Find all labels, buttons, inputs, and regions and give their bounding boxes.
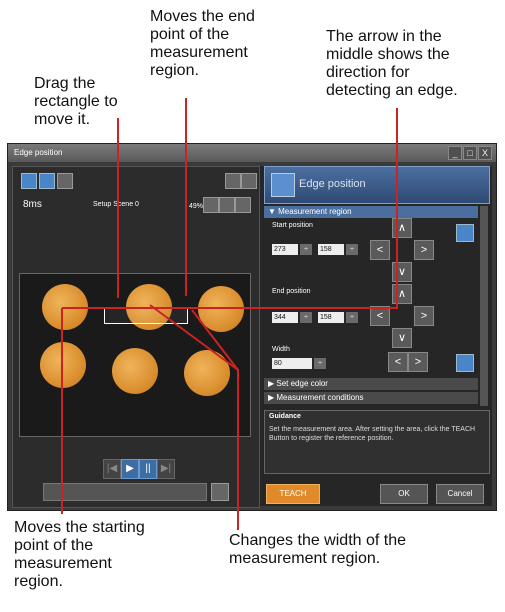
arrow-callout-line bbox=[150, 108, 398, 309]
width-callout-line bbox=[149, 304, 239, 530]
annotation-overlay bbox=[61, 98, 398, 530]
